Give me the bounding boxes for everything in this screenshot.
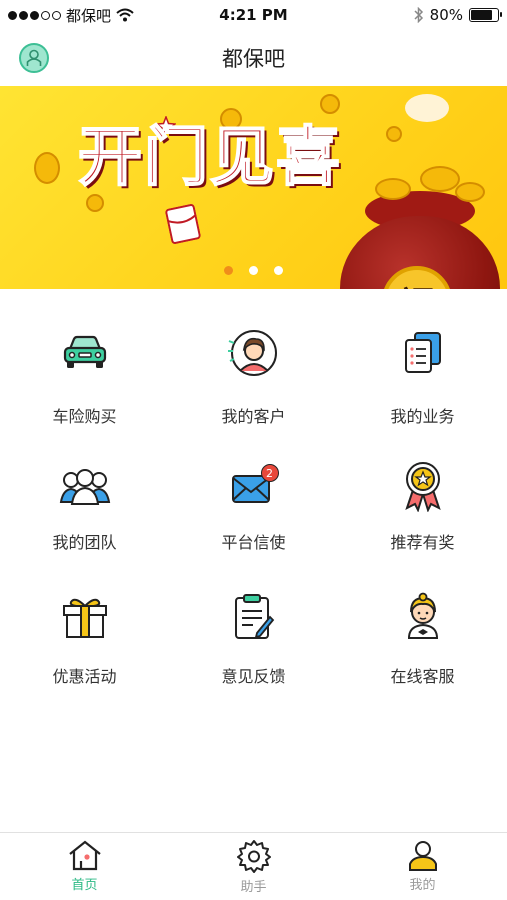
gear-icon — [236, 840, 271, 873]
fortune-seal-text: 福 — [400, 277, 434, 290]
grid-item-online-service[interactable]: 在线客服 — [338, 587, 507, 707]
grid-item-label: 车险购买 — [52, 407, 117, 426]
grid-item-label: 平台信使 — [221, 533, 286, 552]
feature-row: 优惠活动 意见反馈 在线客服 — [0, 587, 507, 707]
carousel-dot[interactable] — [224, 266, 233, 275]
egg-decoration — [405, 94, 449, 122]
coin-decoration — [320, 94, 340, 114]
carousel-dot[interactable] — [274, 266, 283, 275]
carousel-dot[interactable] — [249, 266, 258, 275]
battery-fill — [471, 10, 492, 20]
coin-decoration — [386, 126, 402, 142]
user-outline-icon — [26, 49, 42, 66]
coin-decoration — [455, 182, 485, 202]
battery-percent: 80% — [429, 6, 463, 24]
tab-mine[interactable]: 我的 — [338, 833, 507, 900]
battery-icon — [469, 8, 502, 22]
banner-headline: 开 门 见 喜 — [77, 121, 341, 195]
status-bar: 都保吧 4:21 PM 80% — [0, 0, 507, 30]
grid-item-label: 我的业务 — [390, 407, 455, 426]
grid-item-label: 优惠活动 — [52, 667, 117, 686]
grid-item-platform-messenger[interactable]: 2 平台信使 — [169, 456, 338, 576]
car-icon — [55, 323, 115, 383]
grid-item-label: 我的客户 — [221, 407, 286, 426]
banner-headline-char: 开 — [77, 121, 143, 195]
banner-headline-char: 门 — [143, 121, 209, 195]
grid-item-label: 意见反馈 — [221, 667, 286, 686]
carrier-name: 都保吧 — [66, 6, 112, 25]
grid-item-my-business[interactable]: 我的业务 — [338, 323, 507, 443]
grid-item-label: 在线客服 — [390, 667, 455, 686]
bluetooth-icon — [414, 7, 423, 23]
clipboard-icon — [224, 587, 284, 647]
person-icon — [408, 841, 437, 871]
documents-icon — [393, 323, 453, 383]
service-agent-icon — [393, 587, 453, 647]
feature-row: 车险购买 我的客户 我的业务 — [0, 323, 507, 443]
signal-strength-icon — [8, 10, 61, 20]
coin-decoration — [86, 194, 104, 212]
feature-row: 我的团队 2 平台信使 推荐有奖 — [0, 456, 507, 576]
banner-headline-char: 见 — [209, 121, 275, 195]
status-left: 都保吧 — [8, 5, 134, 26]
coin-decoration — [34, 152, 60, 184]
tab-mine-label: 我的 — [409, 878, 436, 893]
profile-avatar-button[interactable] — [19, 43, 49, 73]
red-envelope-icon — [165, 204, 201, 244]
carousel-indicator[interactable] — [0, 266, 507, 275]
grid-item-promotions[interactable]: 优惠活动 — [0, 587, 169, 707]
bottom-tab-bar: 首页 助手 我的 — [0, 832, 507, 900]
page-title: 都保吧 — [222, 47, 285, 71]
tab-home-label: 首页 — [71, 878, 98, 893]
wifi-icon — [116, 8, 134, 22]
grid-item-label: 推荐有奖 — [390, 533, 455, 552]
banner-headline-char: 喜 — [275, 121, 341, 195]
medal-icon — [393, 456, 453, 516]
notification-badge: 2 — [260, 464, 279, 482]
customer-avatar-icon — [224, 323, 284, 383]
grid-item-my-team[interactable]: 我的团队 — [0, 456, 169, 576]
grid-item-feedback[interactable]: 意见反馈 — [169, 587, 338, 707]
navigation-bar: 都保吧 — [0, 30, 507, 86]
mail-icon: 2 — [224, 456, 284, 516]
home-icon — [68, 840, 101, 871]
team-icon — [55, 456, 115, 516]
tab-assistant[interactable]: 助手 — [169, 833, 338, 900]
coin-decoration — [375, 178, 411, 200]
coin-decoration — [420, 166, 460, 192]
tab-home[interactable]: 首页 — [0, 833, 169, 900]
grid-item-referral-rewards[interactable]: 推荐有奖 — [338, 456, 507, 576]
grid-item-car-insurance[interactable]: 车险购买 — [0, 323, 169, 443]
status-right: 80% — [414, 6, 502, 24]
gift-icon — [55, 587, 115, 647]
tab-assistant-label: 助手 — [240, 880, 267, 895]
grid-item-my-customers[interactable]: 我的客户 — [169, 323, 338, 443]
grid-item-label: 我的团队 — [52, 533, 117, 552]
promo-banner[interactable]: 福 开 门 见 喜 — [0, 86, 507, 289]
